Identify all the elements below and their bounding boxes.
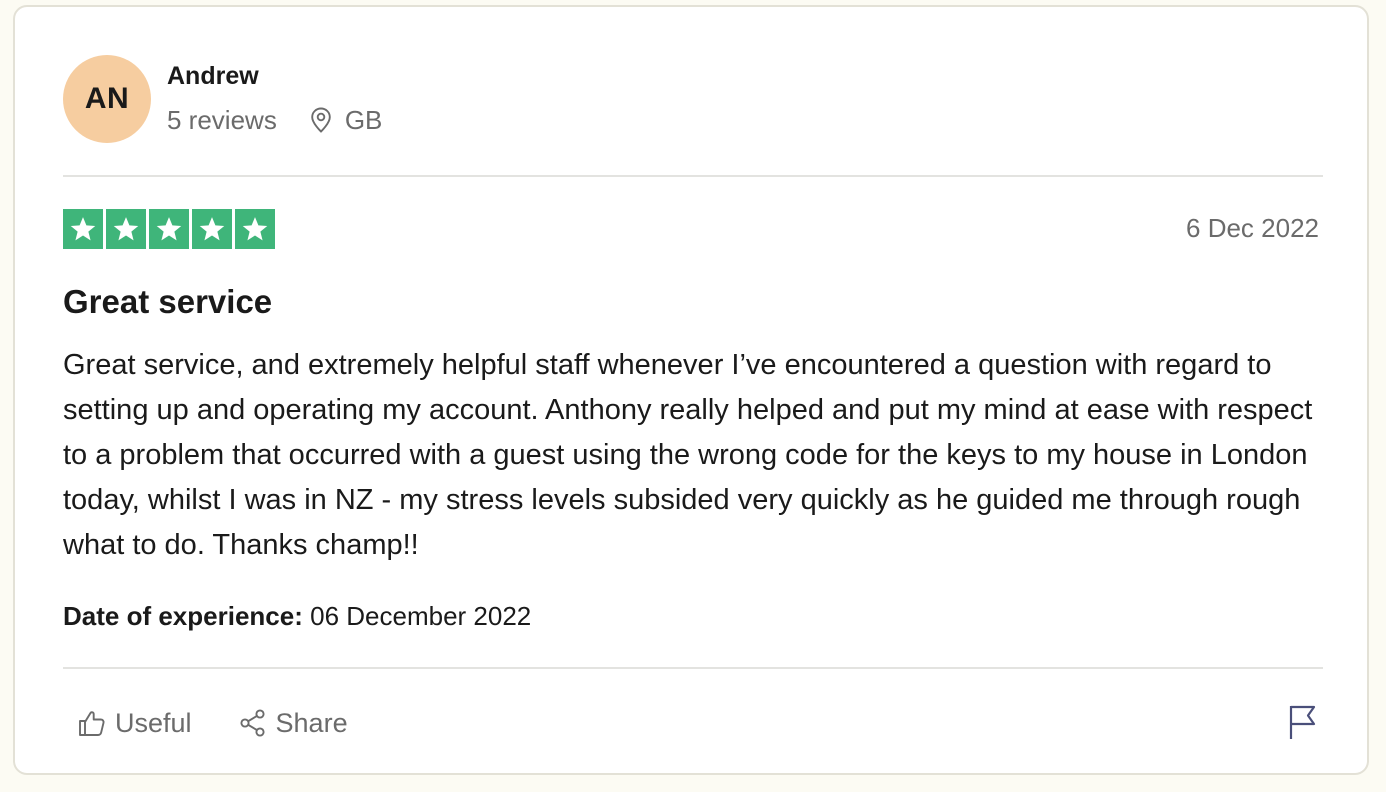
- star-box: [106, 209, 146, 249]
- review-date: 6 Dec 2022: [1186, 213, 1319, 243]
- star-icon: [199, 217, 225, 241]
- date-of-experience: Date of experience: 06 December 2022: [63, 601, 531, 632]
- review-title[interactable]: Great service: [63, 283, 272, 321]
- country-code: GB: [344, 104, 383, 135]
- reviewer-meta: 5 reviews GB: [167, 103, 382, 137]
- useful-label: Useful: [115, 707, 192, 738]
- share-icon: [239, 709, 265, 737]
- star-icon: [242, 217, 268, 241]
- star-box: [149, 209, 189, 249]
- star-rating: [63, 209, 275, 249]
- header-divider: [63, 175, 1323, 177]
- share-button[interactable]: Share: [238, 708, 348, 739]
- footer-divider: [63, 667, 1323, 669]
- star-box: [192, 209, 232, 249]
- reviewer-name[interactable]: Andrew: [167, 62, 259, 91]
- share-label: Share: [275, 707, 348, 738]
- avatar-initials: AN: [84, 82, 130, 115]
- reviewer-location: GB: [309, 104, 383, 136]
- thumbs-up-icon: [79, 711, 105, 736]
- reviews-count: 5 reviews: [167, 104, 277, 135]
- flag-icon[interactable]: [1287, 704, 1319, 740]
- star-icon: [113, 217, 139, 241]
- star-box: [63, 209, 103, 249]
- review-actions: Useful Share: [77, 703, 348, 743]
- review-card: AN Andrew 5 reviews GB 6 Dec 2022 Great …: [13, 5, 1369, 775]
- avatar[interactable]: AN: [63, 55, 151, 143]
- useful-button[interactable]: Useful: [77, 708, 192, 739]
- review-text: Great service, and extremely helpful sta…: [63, 349, 1313, 561]
- experience-date: 06 December 2022: [310, 601, 532, 631]
- star-box: [235, 209, 275, 249]
- experience-label: Date of experience:: [63, 601, 303, 631]
- star-icon: [156, 217, 182, 241]
- star-icon: [70, 217, 96, 241]
- location-pin-icon: [311, 107, 331, 133]
